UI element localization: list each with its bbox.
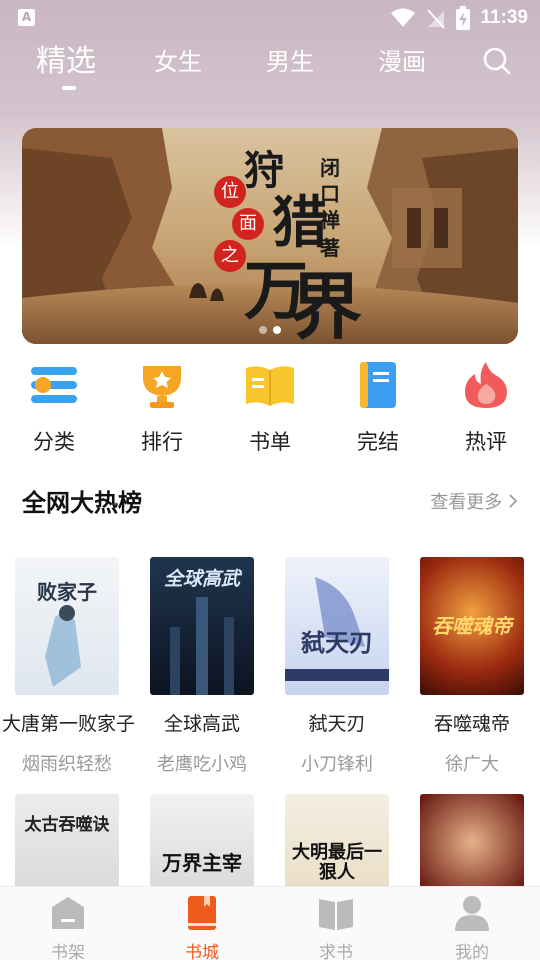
wifi-icon (391, 8, 416, 27)
quick-menu-label: 热评 (465, 430, 507, 454)
banner-title: 狩 位 面 之 猎 万 界 闭 口 禅 著 (22, 128, 518, 344)
book-title: 弑天刃 (308, 713, 366, 735)
category-tabs: 精选 女生 男生 漫画 (0, 40, 540, 96)
quick-menu-booklist[interactable]: 书单 (220, 358, 320, 456)
book-author: 徐广大 (445, 754, 499, 775)
no-signal-icon (427, 9, 446, 29)
banner-author-char: 著 (320, 236, 340, 260)
book-card[interactable]: 弑天刃 弑天刃 小刀锋利 (272, 557, 402, 776)
nav-bookshelf[interactable]: 书架 (18, 893, 118, 960)
trophy-icon (143, 366, 181, 408)
quick-menu: 分类 排行 书单 完结 热评 (0, 358, 540, 458)
quick-menu-label: 书单 (249, 430, 291, 454)
finished-book-icon (360, 362, 396, 408)
book-cover: 败家子 (15, 557, 119, 695)
nav-label: 我的 (455, 943, 489, 960)
bookshelf-icon (52, 897, 84, 929)
tab-featured[interactable]: 精选 (26, 40, 106, 84)
banner-red-char: 之 (214, 240, 246, 272)
quick-menu-hot-reviews[interactable]: 热评 (436, 358, 536, 456)
search-icon (483, 47, 511, 75)
tab-comics[interactable]: 漫画 (362, 40, 442, 84)
banner-author-char: 闭 (320, 156, 340, 180)
chevron-right-icon (509, 494, 518, 508)
book-author: 老鹰吃小鸡 (157, 754, 247, 775)
banner-author-char: 禅 (320, 208, 340, 232)
book-author: 烟雨织轻愁 (22, 754, 112, 775)
book-cover: 吞噬魂帝 (420, 557, 524, 695)
quick-menu-label: 完结 (357, 430, 399, 454)
nav-bookstore[interactable]: 书城 (152, 893, 252, 960)
banner-red-char: 位 (214, 176, 246, 208)
book-author: 小刀锋利 (301, 754, 373, 775)
section-title: 全网大热榜 (22, 489, 142, 517)
bottom-navigation: 书架 书城 求书 我的 (0, 886, 540, 960)
quick-menu-category[interactable]: 分类 (4, 358, 104, 456)
book-cover: 弑天刃 (285, 557, 389, 695)
book-title: 吞噬魂帝 (433, 713, 510, 735)
promo-banner[interactable]: 狩 位 面 之 猎 万 界 闭 口 禅 著 (22, 128, 518, 344)
nav-label: 求书 (319, 943, 353, 960)
active-tab-indicator (62, 86, 76, 90)
banner-author-char: 口 (320, 182, 340, 206)
quick-menu-label: 排行 (141, 430, 183, 454)
banner-red-char: 面 (232, 208, 264, 240)
search-button[interactable] (480, 44, 514, 78)
nav-label: 书架 (51, 943, 85, 960)
app-notification-icon: A (18, 9, 35, 26)
book-title: 全球高武 (163, 713, 240, 735)
clock: 11:39 (480, 7, 528, 28)
book-card[interactable]: 败家子 大唐第一败家子 烟雨织轻愁 (2, 557, 136, 776)
profile-icon (455, 896, 489, 931)
banner-dot[interactable] (259, 326, 267, 334)
see-more-link[interactable]: 查看更多 (430, 488, 518, 514)
booklist-icon (246, 366, 294, 406)
tab-male[interactable]: 男生 (250, 40, 330, 84)
status-bar: A 11:39 (0, 0, 540, 36)
book-cover: 全球高武 (150, 557, 254, 695)
request-book-icon (319, 899, 353, 930)
quick-menu-ranking[interactable]: 排行 (112, 358, 212, 456)
book-card[interactable]: 吞噬魂帝 吞噬魂帝 徐广大 (407, 557, 537, 776)
battery-charging-icon (456, 6, 471, 30)
quick-menu-label: 分类 (33, 430, 75, 454)
quick-menu-finished[interactable]: 完结 (328, 358, 428, 456)
flame-icon (465, 362, 507, 408)
book-card[interactable]: 全球高武 全球高武 老鹰吃小鸡 (137, 557, 267, 776)
banner-dot-active[interactable] (273, 326, 281, 334)
tab-female[interactable]: 女生 (138, 40, 218, 84)
banner-pagination (22, 326, 518, 334)
nav-profile[interactable]: 我的 (422, 893, 522, 960)
nav-request-book[interactable]: 求书 (286, 893, 386, 960)
category-icon (31, 367, 77, 403)
nav-label: 书城 (185, 943, 219, 960)
book-title: 大唐第一败家子 (2, 713, 136, 735)
see-more-label: 查看更多 (430, 492, 503, 513)
bookstore-icon (188, 896, 216, 930)
